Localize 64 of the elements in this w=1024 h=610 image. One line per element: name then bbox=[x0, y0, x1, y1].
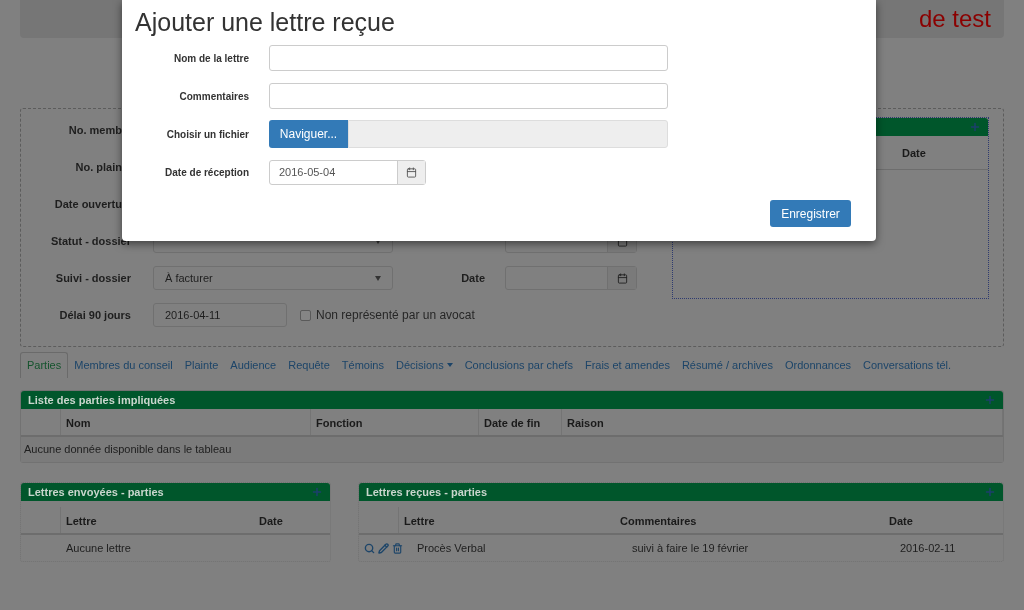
tab[interactable]: Conclusions par chefs bbox=[458, 352, 579, 378]
column-header[interactable]: Commentaires bbox=[615, 507, 884, 533]
date-value: 2016-05-04 bbox=[278, 164, 337, 180]
date-label: Date bbox=[460, 270, 486, 286]
trash-icon[interactable] bbox=[392, 542, 403, 554]
field-label: No. memb bbox=[67, 122, 122, 138]
empty-message: Aucune donnée disponible dans le tableau bbox=[21, 437, 1003, 462]
pencil-icon[interactable] bbox=[378, 542, 389, 554]
tab[interactable]: Témoins bbox=[335, 352, 390, 378]
text-field[interactable] bbox=[269, 83, 668, 109]
field-label: Suivi - dossier bbox=[54, 270, 131, 286]
add-icon[interactable] bbox=[969, 121, 981, 133]
column-header[interactable]: Date bbox=[254, 507, 330, 533]
panel-title: Lettres envoyées - parties bbox=[28, 484, 164, 500]
tab[interactable]: Requête bbox=[282, 352, 336, 378]
column-header[interactable]: Nom bbox=[61, 409, 311, 435]
table-cell-text: suivi à faire le 19 février bbox=[632, 540, 750, 556]
column-header[interactable]: Raison bbox=[562, 409, 1003, 435]
tab[interactable]: Parties bbox=[20, 352, 69, 378]
caret-icon bbox=[375, 275, 381, 281]
date-field[interactable] bbox=[505, 266, 637, 290]
column-header[interactable]: Fonction bbox=[311, 409, 479, 435]
field-value: À facturer bbox=[165, 270, 213, 286]
table-cell-text: 2016-02-11 bbox=[900, 540, 957, 556]
page-title: de test bbox=[918, 4, 991, 34]
date-field[interactable]: 2016-05-04 bbox=[269, 159, 426, 185]
file-field[interactable] bbox=[348, 120, 668, 148]
save-button[interactable]: Enregistrer bbox=[770, 200, 851, 227]
checkbox-label: Non représenté par un avocat bbox=[316, 307, 475, 324]
column-header[interactable]: Date bbox=[902, 136, 988, 169]
tab[interactable]: Ordonnances bbox=[779, 352, 858, 378]
text-field[interactable] bbox=[269, 45, 668, 71]
select-field[interactable]: À facturer bbox=[153, 266, 393, 290]
field-label: Délai 90 jours bbox=[58, 307, 131, 323]
checkbox[interactable] bbox=[300, 309, 311, 321]
tab[interactable]: Membres du conseil bbox=[68, 352, 179, 378]
field-label: Date de réception bbox=[164, 165, 249, 180]
tab[interactable]: Audience bbox=[224, 352, 283, 378]
dialog-title: Ajouter une lettre reçue bbox=[134, 7, 396, 38]
add-icon[interactable] bbox=[984, 394, 996, 406]
tab[interactable]: Résumé / archives bbox=[675, 352, 779, 378]
add-icon[interactable] bbox=[984, 486, 996, 498]
panel-title: Liste des parties impliquées bbox=[28, 392, 176, 408]
add-icon[interactable] bbox=[311, 486, 323, 498]
field-label: Choisir un fichier bbox=[165, 127, 249, 142]
field-label: No. plain bbox=[74, 159, 122, 175]
field-value: 2016-04-11 bbox=[165, 307, 221, 323]
browse-button[interactable]: Naviguer... bbox=[269, 120, 348, 148]
select-field[interactable]: 2016-04-11 bbox=[153, 303, 287, 327]
tab[interactable]: Conversations tél. bbox=[857, 352, 958, 378]
search-icon[interactable] bbox=[364, 542, 375, 554]
column-header[interactable]: Date de fin bbox=[479, 409, 562, 435]
tab[interactable]: Frais et amendes bbox=[578, 352, 676, 378]
empty-message: Aucune lettre bbox=[65, 540, 131, 556]
tab[interactable]: Décisions bbox=[390, 352, 459, 378]
column-header[interactable]: Lettre bbox=[399, 507, 615, 533]
panel-title: Lettres reçues - parties bbox=[366, 484, 488, 500]
tab[interactable]: Plainte bbox=[178, 352, 225, 378]
field-label: Date ouvertu bbox=[53, 196, 122, 212]
column-header[interactable]: Date bbox=[884, 507, 1003, 533]
column-header[interactable]: Lettre bbox=[61, 507, 254, 533]
table-cell-text: Procès Verbal bbox=[417, 540, 487, 556]
field-label: Nom de la lettre bbox=[172, 51, 249, 66]
field-label: Commentaires bbox=[178, 89, 249, 104]
